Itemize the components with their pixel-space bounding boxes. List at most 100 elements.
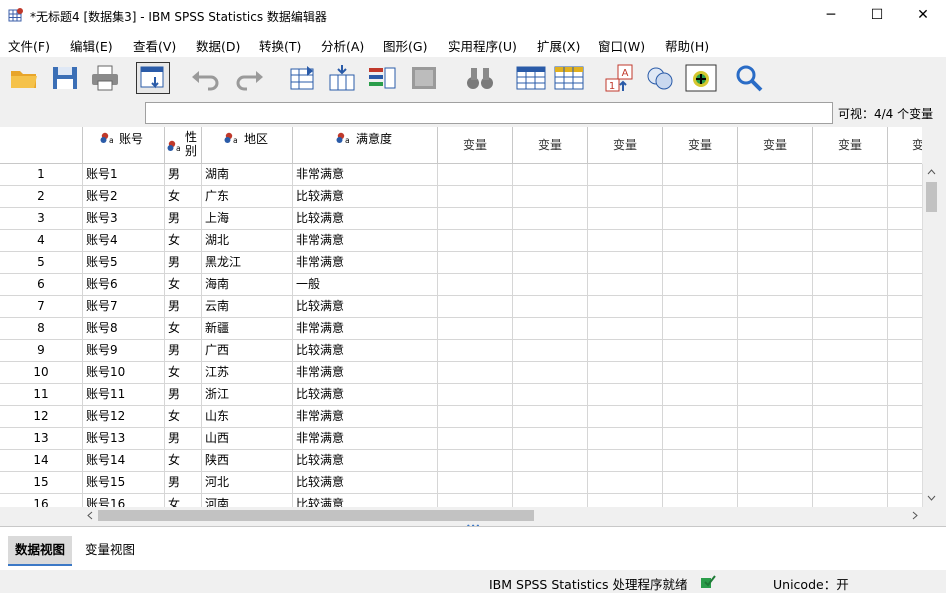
cell-account[interactable]: 账号12 [83, 406, 165, 428]
empty-cell[interactable] [588, 274, 663, 296]
empty-cell[interactable] [888, 252, 922, 274]
menu-transform[interactable]: 转换(T) [259, 36, 301, 55]
tab-variable-view[interactable]: 变量视图 [78, 536, 143, 564]
empty-cell[interactable] [438, 274, 513, 296]
menu-help[interactable]: 帮助(H) [665, 36, 709, 55]
row-number[interactable]: 1 [0, 164, 83, 186]
row-number[interactable]: 5 [0, 252, 83, 274]
empty-cell[interactable] [663, 208, 738, 230]
cell-account[interactable]: 账号4 [83, 230, 165, 252]
select-cases-icon[interactable] [685, 63, 717, 93]
empty-cell[interactable] [438, 362, 513, 384]
cell-account[interactable]: 账号6 [83, 274, 165, 296]
empty-cell[interactable] [888, 406, 922, 428]
empty-cell[interactable] [513, 186, 588, 208]
cell-satisfaction[interactable]: 比较满意 [293, 340, 438, 362]
cell-sex[interactable]: 男 [165, 384, 202, 406]
empty-cell[interactable] [888, 450, 922, 472]
empty-cell[interactable] [888, 494, 922, 507]
empty-cell[interactable] [663, 428, 738, 450]
empty-cell[interactable] [738, 274, 813, 296]
empty-cell[interactable] [813, 208, 888, 230]
cell-region[interactable]: 河南 [202, 494, 293, 507]
cell-sex[interactable]: 女 [165, 450, 202, 472]
empty-variable-header[interactable]: 变量 [513, 127, 588, 164]
empty-cell[interactable] [813, 428, 888, 450]
row-number[interactable]: 16 [0, 494, 83, 507]
cell-satisfaction[interactable]: 非常满意 [293, 230, 438, 252]
column-header-region[interactable]: a 地区 [202, 127, 293, 164]
cell-sex[interactable]: 女 [165, 406, 202, 428]
menu-utilities[interactable]: 实用程序(U) [448, 36, 517, 55]
empty-cell[interactable] [663, 274, 738, 296]
cell-sex[interactable]: 男 [165, 164, 202, 186]
save-icon[interactable] [49, 63, 81, 93]
cell-satisfaction[interactable]: 非常满意 [293, 252, 438, 274]
empty-cell[interactable] [813, 406, 888, 428]
cell-region[interactable]: 浙江 [202, 384, 293, 406]
cell-region[interactable]: 云南 [202, 296, 293, 318]
maximize-button[interactable]: ☐ [854, 0, 900, 31]
empty-cell[interactable] [813, 384, 888, 406]
cell-satisfaction[interactable]: 比较满意 [293, 494, 438, 507]
minimize-button[interactable]: ─ [808, 0, 854, 31]
empty-cell[interactable] [513, 274, 588, 296]
cell-satisfaction[interactable]: 比较满意 [293, 384, 438, 406]
empty-cell[interactable] [588, 450, 663, 472]
empty-cell[interactable] [513, 340, 588, 362]
horizontal-scroll-thumb[interactable] [98, 510, 534, 521]
empty-cell[interactable] [663, 384, 738, 406]
empty-variable-header[interactable]: 变量 [438, 127, 513, 164]
open-folder-icon[interactable] [8, 63, 40, 93]
cell-sex[interactable]: 女 [165, 230, 202, 252]
chevron-up-icon[interactable] [927, 168, 936, 176]
empty-cell[interactable] [663, 296, 738, 318]
empty-cell[interactable] [588, 428, 663, 450]
cell-region[interactable]: 上海 [202, 208, 293, 230]
row-number[interactable]: 7 [0, 296, 83, 318]
empty-cell[interactable] [513, 318, 588, 340]
horizontal-scrollbar[interactable] [82, 507, 922, 524]
cell-account[interactable]: 账号9 [83, 340, 165, 362]
cell-account[interactable]: 账号3 [83, 208, 165, 230]
empty-cell[interactable] [513, 472, 588, 494]
cell-account[interactable]: 账号8 [83, 318, 165, 340]
empty-cell[interactable] [588, 164, 663, 186]
vertical-scroll-thumb[interactable] [926, 182, 937, 212]
cell-region[interactable]: 新疆 [202, 318, 293, 340]
empty-cell[interactable] [513, 428, 588, 450]
cell-sex[interactable]: 男 [165, 472, 202, 494]
cell-region[interactable]: 广东 [202, 186, 293, 208]
menu-file[interactable]: 文件(F) [8, 36, 50, 55]
empty-cell[interactable] [438, 406, 513, 428]
menu-view[interactable]: 查看(V) [133, 36, 176, 55]
empty-cell[interactable] [663, 340, 738, 362]
menu-extensions[interactable]: 扩展(X) [537, 36, 580, 55]
empty-cell[interactable] [588, 406, 663, 428]
empty-cell[interactable] [888, 186, 922, 208]
row-number[interactable]: 9 [0, 340, 83, 362]
tab-data-view[interactable]: 数据视图 [8, 536, 73, 566]
empty-cell[interactable] [513, 406, 588, 428]
empty-cell[interactable] [888, 230, 922, 252]
row-number[interactable]: 6 [0, 274, 83, 296]
empty-cell[interactable] [438, 450, 513, 472]
empty-cell[interactable] [513, 450, 588, 472]
empty-cell[interactable] [588, 208, 663, 230]
empty-cell[interactable] [588, 494, 663, 507]
cell-satisfaction[interactable]: 非常满意 [293, 362, 438, 384]
empty-cell[interactable] [438, 318, 513, 340]
empty-cell[interactable] [588, 384, 663, 406]
empty-cell[interactable] [888, 274, 922, 296]
cell-sex[interactable]: 女 [165, 274, 202, 296]
cell-sex[interactable]: 男 [165, 428, 202, 450]
empty-cell[interactable] [588, 230, 663, 252]
cell-account[interactable]: 账号14 [83, 450, 165, 472]
menu-data[interactable]: 数据(D) [196, 36, 240, 55]
row-number[interactable]: 13 [0, 428, 83, 450]
cell-region[interactable]: 广西 [202, 340, 293, 362]
cell-account[interactable]: 账号15 [83, 472, 165, 494]
empty-cell[interactable] [738, 340, 813, 362]
empty-cell[interactable] [813, 472, 888, 494]
cell-satisfaction[interactable]: 比较满意 [293, 296, 438, 318]
